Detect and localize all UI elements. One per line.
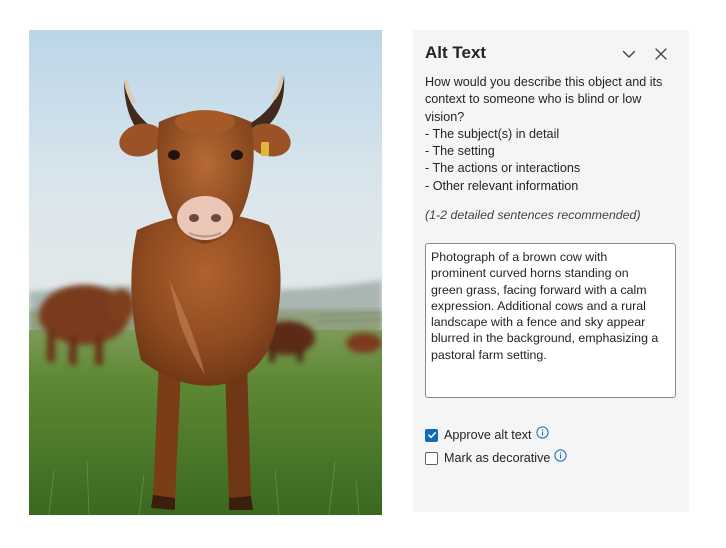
pane-title: Alt Text	[425, 43, 487, 62]
info-icon[interactable]	[554, 448, 567, 462]
prompt-line: context to someone who is blind or low	[425, 92, 642, 107]
approve-alt-text-checkbox[interactable]	[425, 428, 438, 442]
alt-text-pane: Alt Text How would you describe this obj…	[413, 30, 689, 512]
mark-decorative-checkbox[interactable]	[425, 451, 438, 465]
prompt-line: - Other relevant information	[425, 178, 579, 193]
prompt-line: - The actions or interactions	[425, 161, 581, 176]
mark-decorative-label: Mark as decorative	[444, 451, 551, 465]
mark-decorative-option[interactable]: Mark as decorative	[425, 448, 567, 467]
prompt-line: - The subject(s) in detail	[425, 126, 560, 141]
close-icon	[655, 48, 667, 60]
prompt-line: - The setting	[425, 144, 495, 159]
approve-alt-text-label: Approve alt text	[444, 428, 532, 442]
sentence-hint: (1-2 detailed sentences recommended)	[425, 208, 641, 222]
collapse-button[interactable]	[617, 42, 641, 66]
approve-alt-text-option[interactable]: Approve alt text	[425, 425, 549, 444]
cow-photo-graphic	[29, 30, 382, 515]
alt-text-input[interactable]: Photograph of a brown cow with prominent…	[425, 243, 676, 398]
prompt-line: How would you describe this object and i…	[425, 75, 663, 89]
pane-header: Alt Text	[425, 42, 677, 66]
checkmark-icon	[427, 432, 436, 439]
chevron-down-icon	[622, 50, 636, 58]
prompt-line: vision?	[425, 109, 465, 124]
alt-text-prompt: How would you describe this object and i…	[425, 74, 681, 195]
cow-photo[interactable]	[29, 30, 382, 515]
close-button[interactable]	[649, 42, 673, 66]
info-icon[interactable]	[535, 425, 549, 439]
